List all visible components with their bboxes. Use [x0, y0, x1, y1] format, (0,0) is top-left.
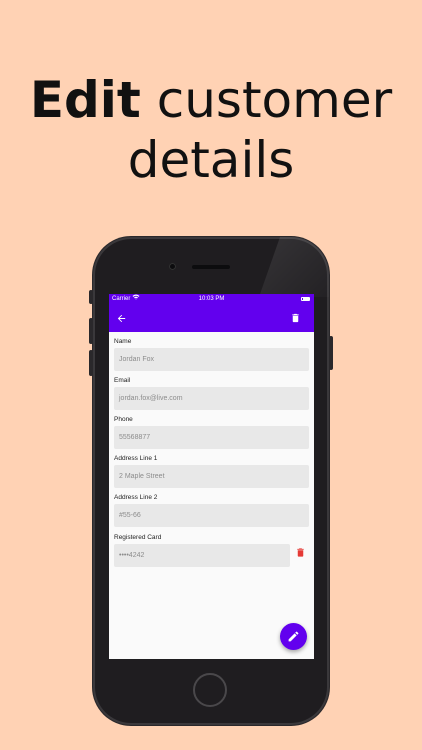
- earpiece-speaker: [192, 265, 230, 269]
- name-field[interactable]: Jordan Fox: [114, 348, 309, 371]
- phone-frame: Carrier 10:03 PM Name Jordan Fox Email j…: [93, 237, 329, 725]
- front-camera: [169, 263, 176, 270]
- promo-title-bold: Edit: [29, 71, 141, 129]
- phone-power-button: [329, 336, 333, 370]
- registered-card-field[interactable]: ••••4242: [114, 544, 290, 567]
- home-button[interactable]: [193, 673, 227, 707]
- phone-field[interactable]: 55568877: [114, 426, 309, 449]
- registered-card-label: Registered Card: [114, 534, 162, 541]
- address-line1-label: Address Line 1: [114, 455, 158, 462]
- status-time: 10:03 PM: [198, 296, 225, 302]
- phone-label: Phone: [114, 416, 133, 423]
- pencil-icon: [288, 631, 299, 642]
- address-line1-field[interactable]: 2 Maple Street: [114, 465, 309, 488]
- promo-title-rest: customer: [156, 71, 393, 129]
- battery-icon: [301, 297, 310, 301]
- promo-headline: Edit customer details: [0, 70, 422, 190]
- status-bar: Carrier 10:03 PM: [109, 294, 314, 305]
- app-screen: Carrier 10:03 PM Name Jordan Fox Email j…: [109, 294, 314, 659]
- trash-icon[interactable]: [290, 311, 302, 325]
- edit-fab-button[interactable]: [280, 623, 307, 650]
- email-label: Email: [114, 377, 131, 384]
- address-line2-field[interactable]: #55-66: [114, 504, 309, 527]
- email-field[interactable]: jordan.fox@live.com: [114, 387, 309, 410]
- name-label: Name: [114, 338, 132, 345]
- promo-title-line1: Edit customer: [0, 70, 422, 130]
- arrow-back-icon[interactable]: [116, 311, 130, 325]
- promo-title-line2: details: [127, 131, 295, 189]
- phone-sheen: [259, 237, 329, 297]
- address-line2-label: Address Line 2: [114, 494, 158, 501]
- app-bar: Carrier 10:03 PM: [109, 294, 314, 332]
- delete-card-trash-icon[interactable]: [295, 545, 307, 557]
